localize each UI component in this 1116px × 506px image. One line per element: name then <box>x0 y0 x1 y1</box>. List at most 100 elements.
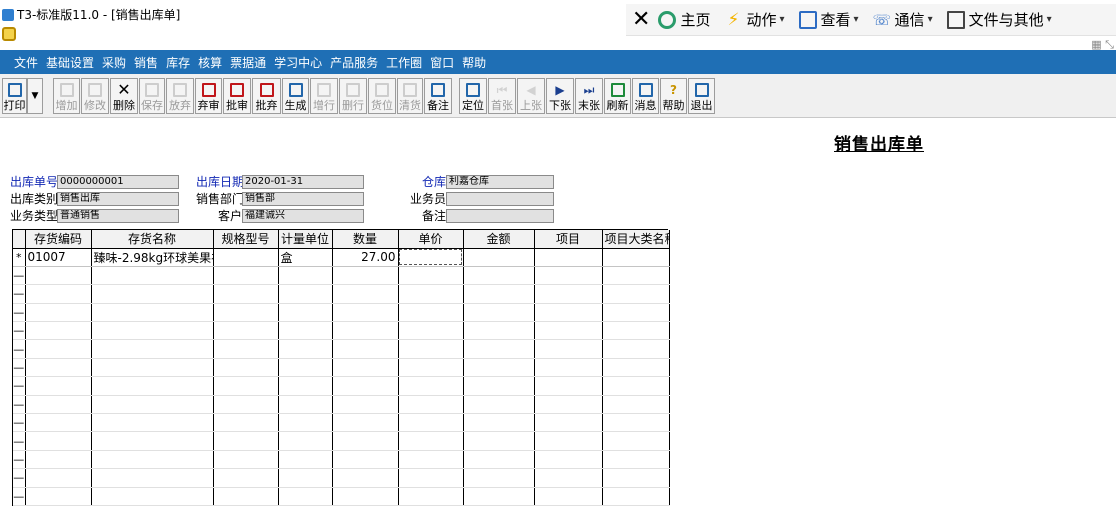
table-cell[interactable] <box>463 266 535 286</box>
menu-item[interactable]: 帮助 <box>462 54 486 71</box>
table-cell[interactable] <box>534 395 603 415</box>
table-cell[interactable] <box>25 468 92 488</box>
toolbar-button-first[interactable]: ⏮ 首张 <box>488 78 516 114</box>
toolbar-button-message[interactable]: 消息 <box>632 78 659 114</box>
table-cell[interactable] <box>602 487 670 506</box>
table-cell[interactable] <box>463 303 535 323</box>
table-cell[interactable]: 盒 <box>278 248 333 267</box>
table-cell[interactable] <box>398 284 464 304</box>
table-cell[interactable] <box>91 339 214 359</box>
toolbar-button-add-row[interactable]: 增行 <box>310 78 338 114</box>
toolbar-button-exit[interactable]: 退出 <box>688 78 715 114</box>
table-cell[interactable] <box>332 321 399 341</box>
table-cell[interactable] <box>602 450 670 470</box>
table-cell[interactable] <box>278 395 333 415</box>
remark-input[interactable] <box>446 208 554 223</box>
table-cell[interactable] <box>25 339 92 359</box>
outbound-no-input[interactable]: 0000000001 <box>57 174 179 189</box>
toolbar-button-note[interactable]: 备注 <box>424 78 452 114</box>
table-row[interactable]: — <box>13 321 670 341</box>
menu-item[interactable]: 学习中心 <box>274 54 322 71</box>
table-row[interactable]: — <box>13 266 670 286</box>
table-cell[interactable] <box>463 358 535 378</box>
table-cell[interactable] <box>534 450 603 470</box>
table-cell[interactable] <box>25 431 92 451</box>
table-cell[interactable] <box>91 413 214 433</box>
table-cell[interactable] <box>91 266 214 286</box>
table-cell[interactable] <box>25 358 92 378</box>
table-cell[interactable]: 27.00 <box>332 248 399 267</box>
table-cell[interactable] <box>534 339 603 359</box>
table-cell[interactable] <box>25 376 92 396</box>
column-header[interactable]: 数量 <box>332 230 399 249</box>
table-cell[interactable] <box>463 339 535 359</box>
table-cell[interactable] <box>91 431 214 451</box>
table-cell[interactable] <box>398 339 464 359</box>
topnav-home[interactable]: 主页 <box>658 9 710 30</box>
sales-dept-input[interactable]: 销售部 <box>242 191 364 206</box>
table-cell[interactable] <box>278 321 333 341</box>
table-cell[interactable] <box>602 376 670 396</box>
table-cell[interactable] <box>278 303 333 323</box>
table-cell[interactable] <box>602 413 670 433</box>
topnav-view[interactable]: 查看 ▾ <box>798 9 859 30</box>
table-cell[interactable] <box>213 339 279 359</box>
table-cell[interactable]: 01007 <box>25 248 92 267</box>
table-cell[interactable] <box>463 468 535 488</box>
table-cell[interactable] <box>213 395 279 415</box>
table-cell[interactable] <box>91 487 214 506</box>
menu-item[interactable]: 文件 <box>14 54 38 71</box>
app-logo-icon[interactable] <box>2 27 16 41</box>
toolbar-button-delete[interactable]: ✕ 删除 <box>110 78 138 114</box>
table-cell[interactable] <box>213 468 279 488</box>
table-cell[interactable] <box>534 487 603 506</box>
outbound-type-input[interactable]: 销售出库 <box>57 191 179 206</box>
table-cell[interactable] <box>534 248 603 267</box>
menu-item[interactable]: 基础设置 <box>46 54 94 71</box>
table-cell[interactable] <box>602 395 670 415</box>
table-row[interactable]: — <box>13 339 670 359</box>
toolbar-button-location[interactable]: 货位 <box>368 78 396 114</box>
table-cell[interactable] <box>278 266 333 286</box>
table-cell[interactable] <box>25 266 92 286</box>
toolbar-button-add[interactable]: 增加 <box>53 78 80 114</box>
table-cell[interactable] <box>278 339 333 359</box>
table-row[interactable]: — <box>13 468 670 488</box>
column-header[interactable]: 项目大类名称 <box>602 230 670 249</box>
menu-item[interactable]: 采购 <box>102 54 126 71</box>
table-cell[interactable] <box>213 266 279 286</box>
table-row[interactable]: * 01007 臻味-2.98kg环球美果礼 盒 27.00 <box>13 248 670 267</box>
table-cell[interactable] <box>213 431 279 451</box>
table-cell[interactable] <box>398 431 464 451</box>
table-cell[interactable] <box>398 376 464 396</box>
table-cell[interactable] <box>278 431 333 451</box>
table-cell[interactable] <box>534 266 603 286</box>
menu-item[interactable]: 库存 <box>166 54 190 71</box>
table-row[interactable]: — <box>13 376 670 396</box>
table-cell[interactable] <box>332 468 399 488</box>
table-cell[interactable] <box>278 468 333 488</box>
table-cell[interactable] <box>25 284 92 304</box>
table-cell[interactable] <box>398 450 464 470</box>
table-cell[interactable] <box>602 339 670 359</box>
table-cell[interactable] <box>602 303 670 323</box>
table-cell[interactable] <box>332 413 399 433</box>
table-row[interactable]: — <box>13 431 670 451</box>
table-row[interactable]: — <box>13 358 670 378</box>
table-cell[interactable] <box>278 284 333 304</box>
menu-item[interactable]: 票据通 <box>230 54 266 71</box>
customer-input[interactable]: 福建诚兴 <box>242 208 364 223</box>
table-cell[interactable] <box>332 487 399 506</box>
table-cell[interactable] <box>213 303 279 323</box>
column-header[interactable]: 规格型号 <box>213 230 279 249</box>
table-cell[interactable] <box>91 450 214 470</box>
table-cell[interactable] <box>398 321 464 341</box>
table-cell[interactable] <box>213 248 279 267</box>
table-cell[interactable] <box>25 321 92 341</box>
table-cell[interactable] <box>213 487 279 506</box>
toolbar-button-last[interactable]: ⏭ 末张 <box>575 78 603 114</box>
table-cell[interactable] <box>534 376 603 396</box>
table-cell[interactable] <box>91 303 214 323</box>
table-cell[interactable] <box>463 284 535 304</box>
table-cell[interactable] <box>213 321 279 341</box>
